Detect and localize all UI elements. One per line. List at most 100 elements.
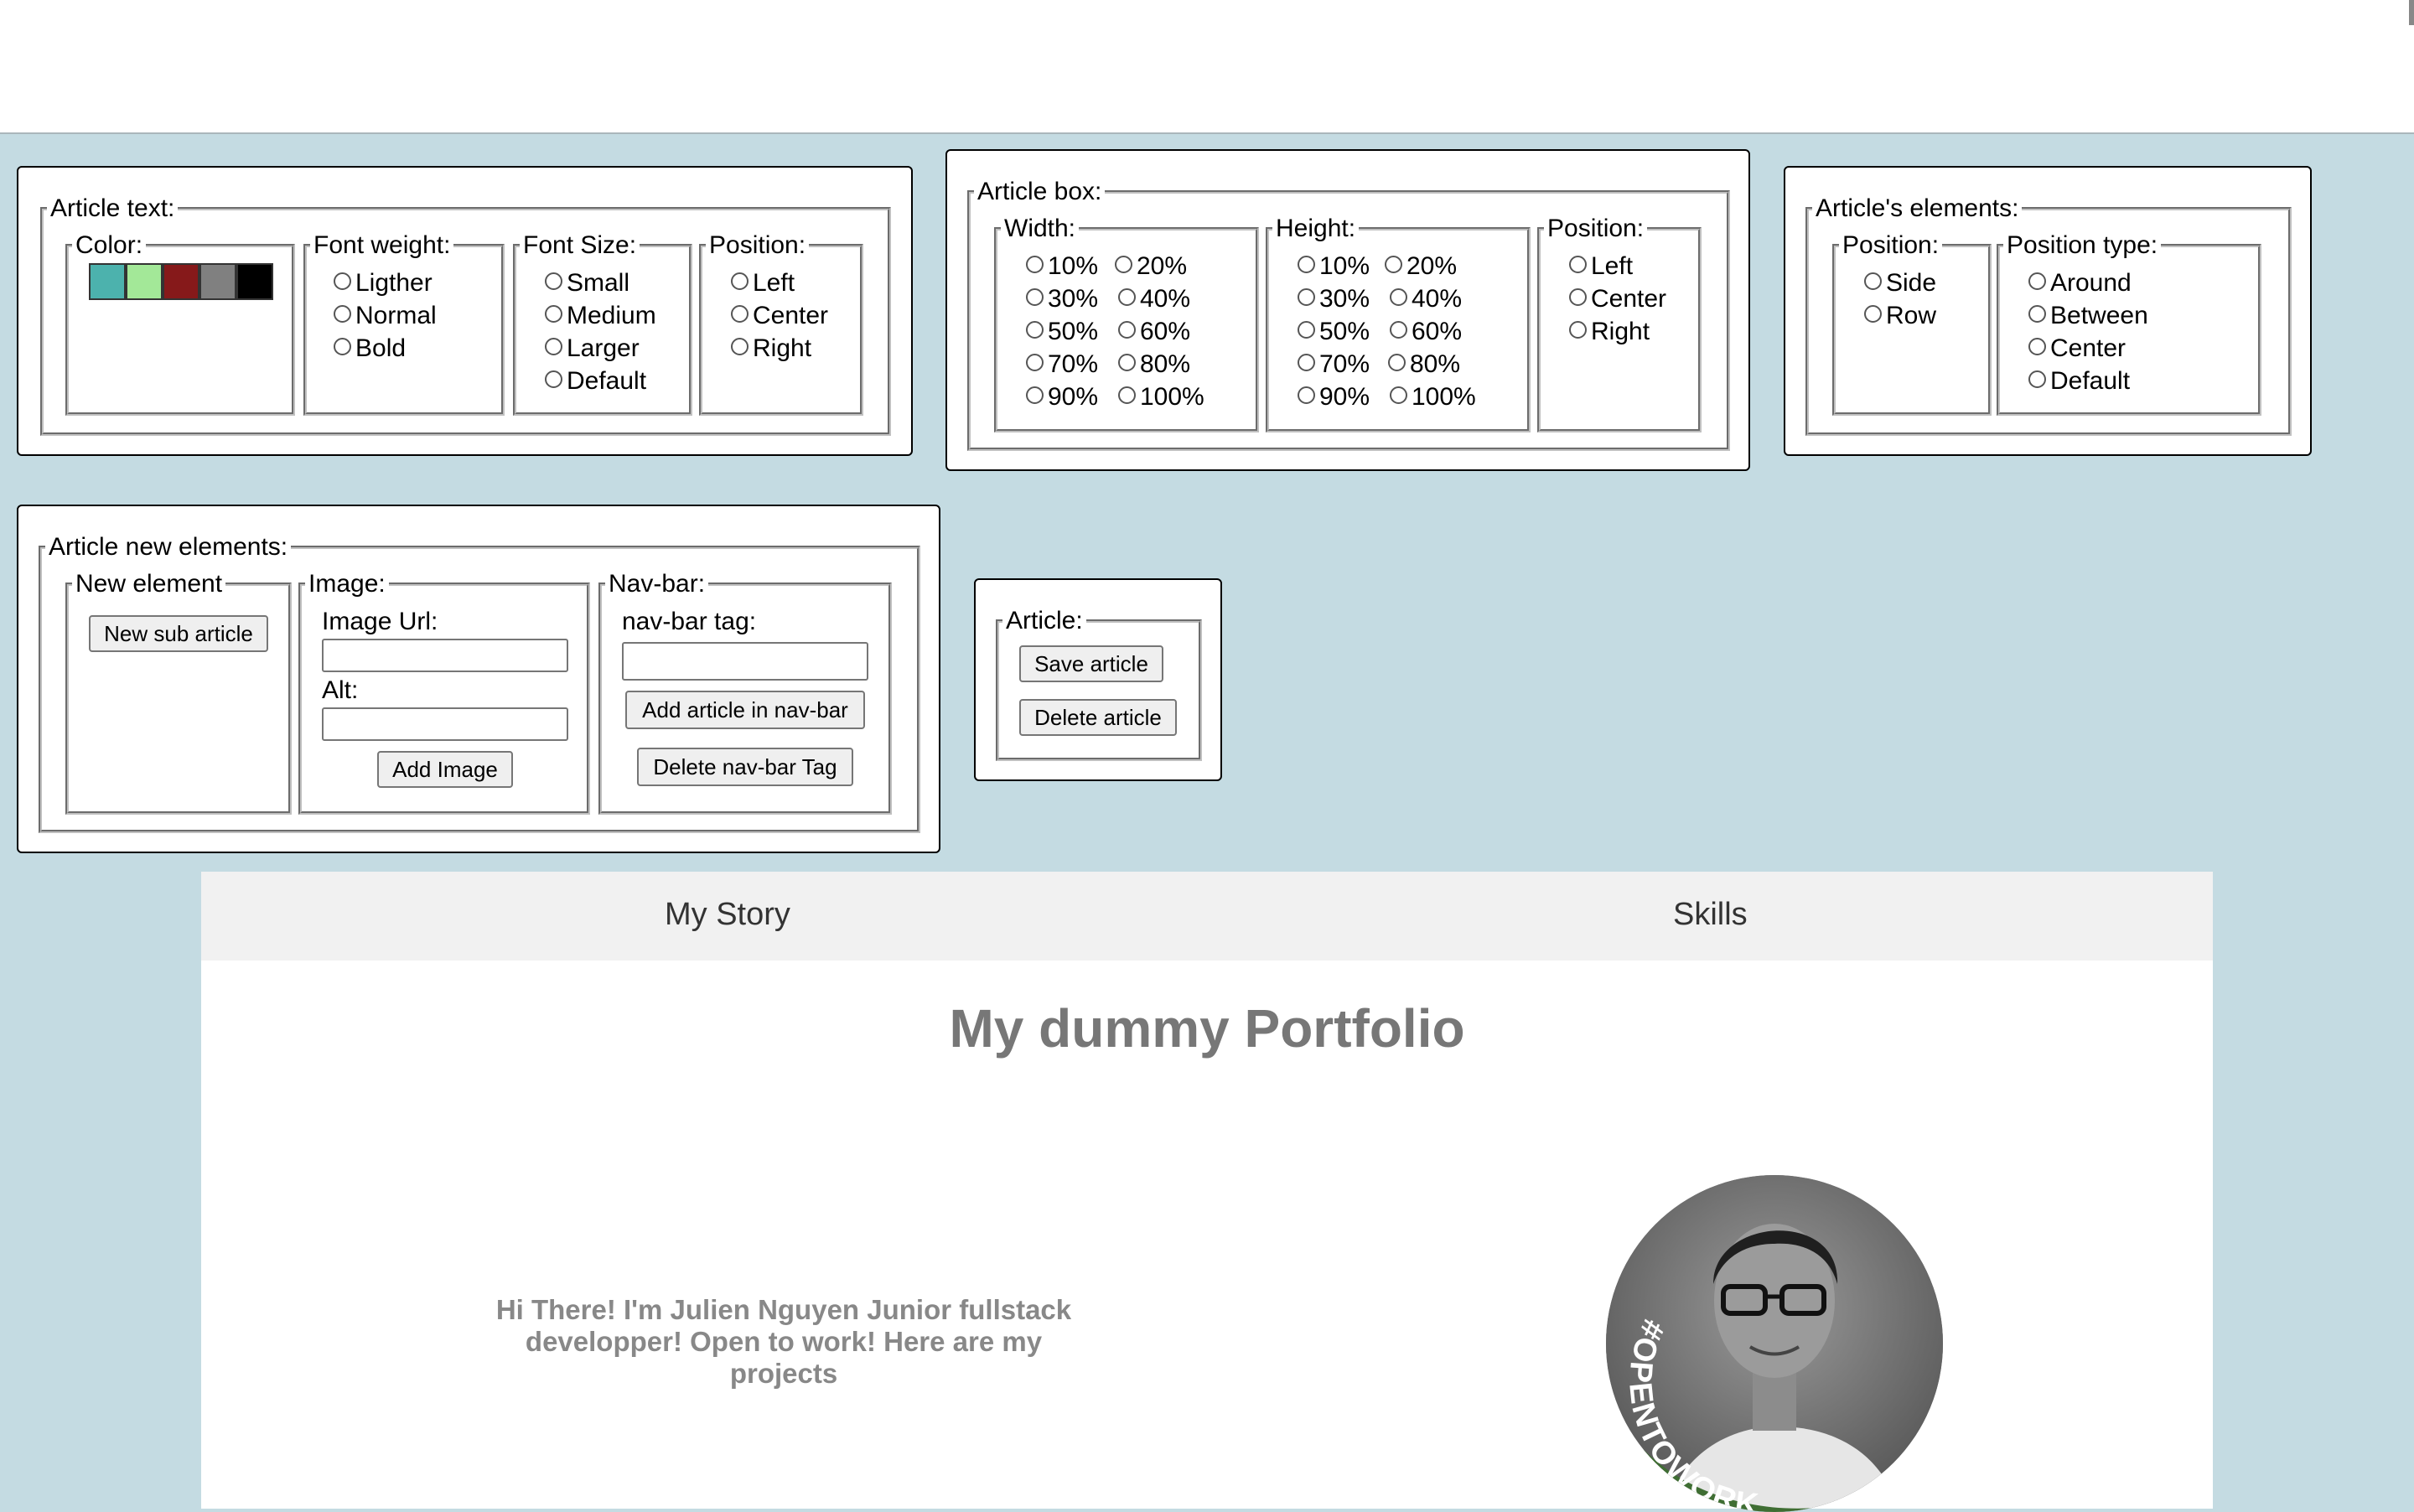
position-type-default-radio[interactable]: Default bbox=[2028, 365, 2130, 397]
height-90-radio[interactable]: 90% bbox=[1298, 381, 1370, 413]
height-80-radio[interactable]: 80% bbox=[1388, 349, 1460, 381]
radio-circle[interactable] bbox=[2028, 305, 2046, 323]
font-size-default-radio[interactable]: Default bbox=[545, 365, 646, 397]
width-90-radio[interactable]: 90% bbox=[1026, 381, 1098, 413]
height-30-radio[interactable]: 30% bbox=[1298, 283, 1370, 315]
radio-circle[interactable] bbox=[2028, 370, 2046, 388]
profile-photo-icon: #OPENTOWORK bbox=[1606, 1175, 1943, 1512]
font-weight-ligther-radio[interactable]: Ligther bbox=[334, 267, 433, 299]
scrollbar-handle[interactable] bbox=[2409, 0, 2414, 25]
position-type-around-radio[interactable]: Around bbox=[2028, 267, 2132, 299]
radio-circle[interactable] bbox=[1026, 256, 1044, 273]
color-swatch-teal[interactable] bbox=[89, 263, 126, 300]
width-20-radio[interactable]: 20% bbox=[1115, 251, 1187, 282]
text-position-right-radio[interactable]: Right bbox=[731, 333, 811, 365]
box-position-left-radio[interactable]: Left bbox=[1569, 251, 1633, 282]
width-legend: Width: bbox=[1004, 215, 1076, 242]
radio-circle[interactable] bbox=[1026, 288, 1044, 306]
radio-circle[interactable] bbox=[1298, 386, 1315, 404]
radio-circle[interactable] bbox=[1118, 321, 1136, 339]
save-article-button[interactable]: Save article bbox=[1019, 645, 1163, 682]
image-url-input[interactable] bbox=[322, 639, 568, 672]
height-100-radio[interactable]: 100% bbox=[1390, 381, 1476, 413]
page-title: My dummy Portfolio bbox=[949, 998, 1465, 1059]
nav-link-skills[interactable]: Skills bbox=[1673, 897, 1748, 933]
width-100-radio[interactable]: 100% bbox=[1118, 381, 1204, 413]
radio-circle[interactable] bbox=[1388, 354, 1406, 371]
box-position-right-radio[interactable]: Right bbox=[1569, 316, 1650, 348]
position-type-between-radio[interactable]: Between bbox=[2028, 300, 2148, 332]
radio-circle[interactable] bbox=[1118, 288, 1136, 306]
width-70-radio[interactable]: 70% bbox=[1026, 349, 1098, 381]
radio-circle[interactable] bbox=[334, 305, 351, 323]
add-article-in-navbar-button[interactable]: Add article in nav-bar bbox=[625, 691, 865, 729]
alt-input[interactable] bbox=[322, 707, 568, 741]
radio-circle[interactable] bbox=[1569, 321, 1587, 339]
navbar-tag-input[interactable] bbox=[622, 642, 868, 681]
article-box-legend: Article box: bbox=[977, 178, 1102, 205]
radio-circle[interactable] bbox=[2028, 338, 2046, 355]
radio-circle[interactable] bbox=[1390, 321, 1407, 339]
radio-circle[interactable] bbox=[334, 272, 351, 290]
position-type-center-radio[interactable]: Center bbox=[2028, 333, 2126, 365]
width-10-radio[interactable]: 10% bbox=[1026, 251, 1098, 282]
elements-position-side-radio[interactable]: Side bbox=[1864, 267, 1936, 299]
radio-circle[interactable] bbox=[2028, 272, 2046, 290]
radio-circle[interactable] bbox=[1569, 288, 1587, 306]
radio-circle[interactable] bbox=[1569, 256, 1587, 273]
elements-position-row-radio[interactable]: Row bbox=[1864, 300, 1936, 332]
color-swatch-dark-red[interactable] bbox=[163, 263, 199, 300]
radio-circle[interactable] bbox=[1026, 386, 1044, 404]
radio-circle[interactable] bbox=[1385, 256, 1402, 273]
radio-circle[interactable] bbox=[1118, 354, 1136, 371]
radio-circle[interactable] bbox=[731, 272, 749, 290]
radio-circle[interactable] bbox=[1298, 288, 1315, 306]
font-size-small-radio[interactable]: Small bbox=[545, 267, 629, 299]
font-size-larger-radio[interactable]: Larger bbox=[545, 333, 640, 365]
radio-circle[interactable] bbox=[1026, 354, 1044, 371]
add-image-button[interactable]: Add Image bbox=[377, 751, 513, 788]
radio-circle[interactable] bbox=[334, 338, 351, 355]
text-position-center-radio[interactable]: Center bbox=[731, 300, 828, 332]
radio-circle[interactable] bbox=[1864, 305, 1882, 323]
radio-circle[interactable] bbox=[545, 272, 562, 290]
height-60-radio[interactable]: 60% bbox=[1390, 316, 1462, 348]
radio-circle[interactable] bbox=[1298, 321, 1315, 339]
radio-circle[interactable] bbox=[545, 370, 562, 388]
radio-circle[interactable] bbox=[545, 305, 562, 323]
font-weight-normal-radio[interactable]: Normal bbox=[334, 300, 437, 332]
radio-circle[interactable] bbox=[1026, 321, 1044, 339]
height-70-radio[interactable]: 70% bbox=[1298, 349, 1370, 381]
height-10-radio[interactable]: 10% bbox=[1298, 251, 1370, 282]
article-elements-legend: Article's elements: bbox=[1816, 194, 2019, 222]
delete-navbar-tag-button[interactable]: Delete nav-bar Tag bbox=[637, 748, 853, 786]
width-60-radio[interactable]: 60% bbox=[1118, 316, 1190, 348]
font-size-medium-radio[interactable]: Medium bbox=[545, 300, 656, 332]
text-position-left-radio[interactable]: Left bbox=[731, 267, 795, 299]
height-50-radio[interactable]: 50% bbox=[1298, 316, 1370, 348]
color-swatch-gray[interactable] bbox=[199, 263, 236, 300]
width-40-radio[interactable]: 40% bbox=[1118, 283, 1190, 315]
radio-circle[interactable] bbox=[1115, 256, 1132, 273]
width-80-radio[interactable]: 80% bbox=[1118, 349, 1190, 381]
delete-article-button[interactable]: Delete article bbox=[1019, 699, 1177, 736]
radio-circle[interactable] bbox=[731, 305, 749, 323]
font-weight-bold-radio[interactable]: Bold bbox=[334, 333, 406, 365]
new-sub-article-button[interactable]: New sub article bbox=[89, 615, 268, 652]
radio-circle[interactable] bbox=[545, 338, 562, 355]
radio-circle[interactable] bbox=[1298, 256, 1315, 273]
color-swatch-light-green[interactable] bbox=[126, 263, 163, 300]
box-position-center-radio[interactable]: Center bbox=[1569, 283, 1666, 315]
width-30-radio[interactable]: 30% bbox=[1026, 283, 1098, 315]
width-50-radio[interactable]: 50% bbox=[1026, 316, 1098, 348]
radio-circle[interactable] bbox=[1390, 386, 1407, 404]
height-20-radio[interactable]: 20% bbox=[1385, 251, 1457, 282]
nav-link-my-story[interactable]: My Story bbox=[665, 897, 790, 933]
height-40-radio[interactable]: 40% bbox=[1390, 283, 1462, 315]
color-swatch-black[interactable] bbox=[236, 263, 273, 300]
radio-circle[interactable] bbox=[1298, 354, 1315, 371]
radio-circle[interactable] bbox=[1390, 288, 1407, 306]
radio-circle[interactable] bbox=[1864, 272, 1882, 290]
radio-circle[interactable] bbox=[731, 338, 749, 355]
radio-circle[interactable] bbox=[1118, 386, 1136, 404]
